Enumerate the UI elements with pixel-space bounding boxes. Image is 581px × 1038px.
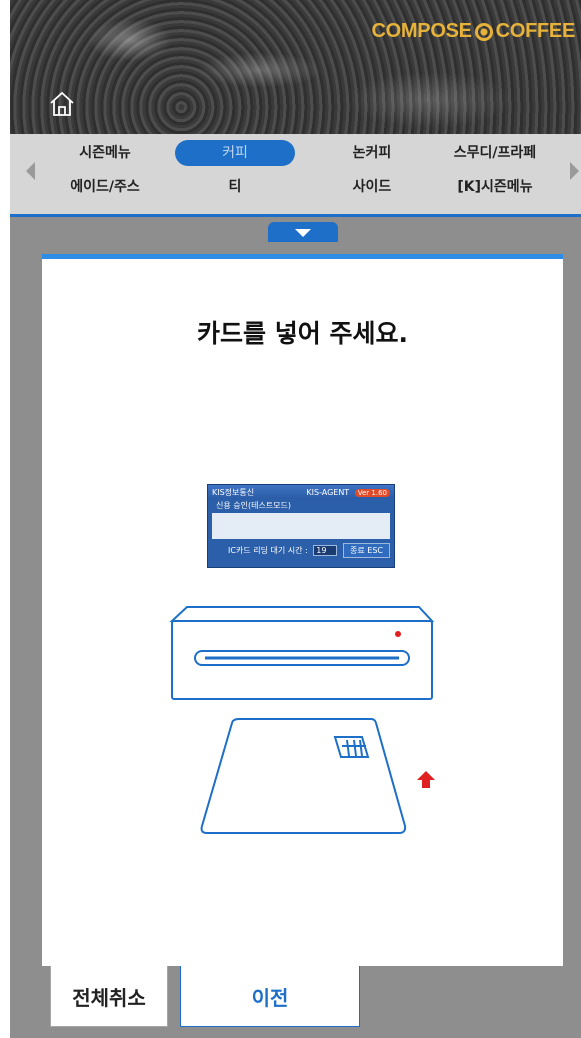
kis-version-badge: Ver 1.60	[354, 488, 390, 497]
header-banner: COMPOSE COFFEE	[10, 0, 581, 134]
category-menu: 시즌메뉴 커피 논커피 스무디/프라페 에이드/주스 티 사이드 [K]시즌메뉴	[10, 134, 581, 217]
tab-smoothie-frappe[interactable]: 스무디/프라페	[435, 140, 555, 166]
tab-k-season-menu[interactable]: [K]시즌메뉴	[435, 174, 555, 200]
tab-coffee[interactable]: 커피	[175, 140, 295, 166]
menu-next-arrow-icon[interactable]	[570, 162, 579, 180]
card-insert-dialog: 카드를 넣어 주세요. KIS정보통신 KIS-AGENT Ver 1.60 신…	[42, 254, 563, 966]
kis-footer: IC카드 리딩 대기 시간 : 19 종료 ESC	[208, 539, 394, 558]
insert-up-arrow-icon	[417, 771, 435, 788]
payment-card-icon	[200, 718, 407, 834]
brand-name-right: COFFEE	[495, 20, 576, 42]
brand-name-left: COMPOSE	[371, 20, 472, 42]
kis-title-bar: KIS정보통신 KIS-AGENT Ver 1.60	[208, 485, 394, 499]
menu-prev-arrow-icon[interactable]	[26, 162, 35, 180]
tab-side[interactable]: 사이드	[312, 174, 432, 200]
tab-non-coffee[interactable]: 논커피	[312, 140, 432, 166]
kis-wait-group: IC카드 리딩 대기 시간 : 19	[228, 545, 338, 556]
kis-message-area	[212, 513, 390, 539]
tab-ade-juice[interactable]: 에이드/주스	[45, 174, 165, 200]
card-reader-illustration	[169, 606, 435, 834]
prev-button[interactable]: 이전	[180, 965, 360, 1027]
brand-logo: COMPOSE COFFEE	[371, 20, 576, 43]
kis-agent-window: KIS정보통신 KIS-AGENT Ver 1.60 신용 승인(테스트모드) …	[207, 484, 395, 568]
reader-status-light-icon	[395, 631, 401, 637]
kis-left-title: KIS정보통신	[212, 487, 255, 497]
brand-seal-icon	[474, 22, 493, 41]
dialog-title: 카드를 넣어 주세요.	[197, 319, 408, 348]
cancel-all-button[interactable]: 전체취소	[50, 965, 168, 1027]
kis-right-group: KIS-AGENT Ver 1.60	[306, 488, 390, 497]
card-reader-icon	[169, 606, 435, 700]
kis-subtitle: 신용 승인(테스트모드)	[216, 501, 292, 510]
home-icon[interactable]	[48, 90, 76, 118]
tab-season-menu[interactable]: 시즌메뉴	[45, 140, 165, 166]
kis-wait-label: IC카드 리딩 대기 시간 :	[228, 546, 308, 555]
chevron-down-icon	[295, 229, 311, 237]
kis-esc-button[interactable]: 종료 ESC	[343, 543, 390, 558]
tab-tea[interactable]: 티	[175, 174, 295, 200]
kis-wait-seconds: 19	[313, 545, 338, 556]
kis-right-title: KIS-AGENT	[306, 487, 350, 497]
menu-expand-toggle[interactable]	[268, 222, 338, 242]
